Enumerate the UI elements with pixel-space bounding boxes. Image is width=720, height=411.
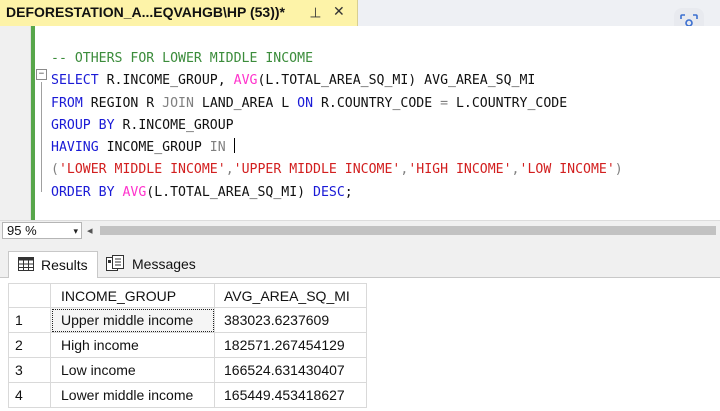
keyword-order-by: ORDER BY [51, 184, 115, 200]
code-text: ; [344, 184, 353, 200]
sql-code[interactable]: -- OTHERS FOR LOWER MIDDLE INCOME SELECT… [51, 48, 623, 204]
chevron-down-icon: ▾ [73, 226, 78, 236]
code-text: LAND_AREA L [193, 95, 298, 111]
query-document-tab[interactable]: DEFORESTATION_A...EQVAHGB\HP (53))* ⊣ ✕ [0, 0, 358, 26]
scroll-left-arrow-icon[interactable]: ◂ [87, 224, 93, 237]
zoom-value: 95 % [7, 223, 37, 238]
close-tab-icon[interactable]: ✕ [333, 3, 345, 20]
function-avg: AVG [114, 184, 147, 200]
zoom-dropdown[interactable]: 95 % ▾ [2, 222, 82, 239]
avg-area-cell[interactable]: 166524.631430407 [215, 358, 367, 383]
change-tracking-bar [31, 26, 35, 220]
avg-area-cell[interactable]: 165449.453418627 [215, 383, 367, 408]
keyword-having: HAVING [51, 140, 99, 156]
code-text: (L.TOTAL_AREA_SQ_MI) [146, 184, 314, 200]
tab-results[interactable]: Results [8, 251, 98, 278]
paren-close: ) [614, 162, 623, 178]
results-tab-bar: Results Messages [0, 240, 720, 278]
text-caret [233, 138, 235, 154]
income-group-cell[interactable]: High income [51, 333, 215, 358]
code-text: R.COUNTRY_CODE [313, 95, 441, 111]
messages-icon [106, 255, 124, 271]
tab-messages-label: Messages [132, 256, 196, 272]
pin-icon[interactable]: ⊣ [307, 6, 324, 18]
grid-icon [18, 257, 34, 271]
operator-equals: = [440, 95, 449, 111]
zoom-scroll-bar: 95 % ▾ ◂ [0, 220, 720, 241]
function-avg: AVG [233, 73, 258, 89]
avg-area-cell[interactable]: 182571.267454129 [215, 333, 367, 358]
editor-gutter [0, 26, 31, 220]
keyword-on: ON [297, 95, 314, 111]
row-number[interactable]: 4 [8, 383, 51, 408]
keyword-select: SELECT [51, 73, 99, 89]
results-grid[interactable]: INCOME_GROUP AVG_AREA_SQ_MI 1 Upper midd… [0, 278, 720, 411]
code-text: REGION R [82, 95, 163, 111]
column-header-avg-area[interactable]: AVG_AREA_SQ_MI [215, 283, 367, 308]
string-literal: 'LOWER MIDDLE INCOME' [58, 162, 226, 178]
row-number[interactable]: 2 [8, 333, 51, 358]
tab-messages[interactable]: Messages [104, 251, 208, 278]
keyword-desc: DESC [313, 184, 345, 200]
string-literal: 'HIGH INCOME' [408, 162, 512, 178]
collapse-region-icon[interactable]: − [36, 69, 47, 80]
income-group-cell[interactable]: Low income [51, 358, 215, 383]
row-number-header[interactable] [8, 283, 51, 308]
keyword-in: IN [209, 140, 226, 156]
horizontal-scrollbar-thumb[interactable] [100, 226, 716, 235]
sql-comment: -- OTHERS FOR LOWER MIDDLE INCOME [51, 51, 314, 66]
keyword-from: FROM [51, 95, 83, 111]
comma: , [511, 162, 520, 178]
paren-open: ( [51, 162, 59, 178]
comma: , [225, 162, 234, 178]
code-text: (L.TOTAL_AREA_SQ_MI) AVG_AREA_SQ_MI [257, 73, 536, 89]
avg-area-cell[interactable]: 383023.6237609 [215, 308, 367, 333]
code-text: L.COUNTRY_CODE [448, 95, 568, 111]
column-header-income-group[interactable]: INCOME_GROUP [51, 283, 215, 308]
row-number[interactable]: 1 [8, 308, 51, 333]
tab-results-label: Results [41, 257, 88, 273]
keyword-join: JOIN [162, 95, 194, 111]
string-literal: 'LOW INCOME' [519, 162, 615, 178]
code-text: R.INCOME_GROUP [114, 117, 234, 133]
tab-strip-background [358, 0, 720, 26]
income-group-cell[interactable]: Lower middle income [51, 383, 215, 408]
income-group-cell[interactable]: Upper middle income [51, 308, 215, 333]
row-number[interactable]: 3 [8, 358, 51, 383]
keyword-group-by: GROUP BY [51, 117, 115, 133]
fold-guide-line [41, 82, 42, 192]
sql-editor[interactable]: − -- OTHERS FOR LOWER MIDDLE INCOME SELE… [0, 26, 720, 220]
code-text: INCOME_GROUP [98, 140, 210, 156]
string-literal: 'UPPER MIDDLE INCOME' [233, 162, 401, 178]
document-tab-bar: DEFORESTATION_A...EQVAHGB\HP (53))* ⊣ ✕ [0, 0, 720, 26]
document-tab-title: DEFORESTATION_A...EQVAHGB\HP (53))* [6, 4, 285, 20]
code-text: R.INCOME_GROUP, [98, 73, 234, 89]
